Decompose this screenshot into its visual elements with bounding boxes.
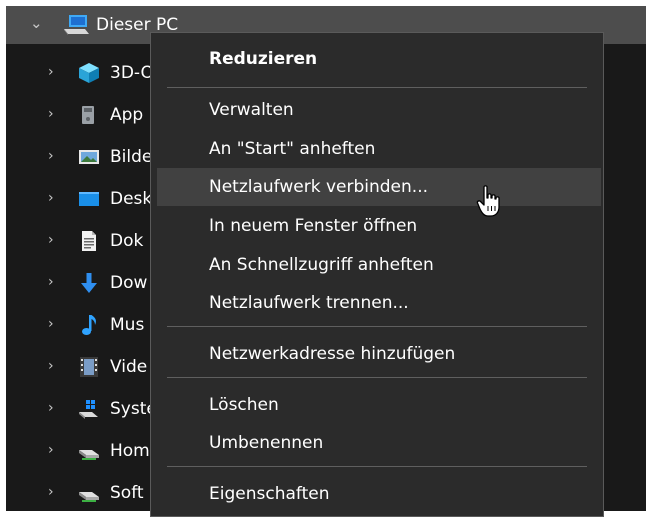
menu-item-label: Netzwerkadresse hinzufügen bbox=[209, 344, 456, 364]
chevron-right-icon[interactable]: › bbox=[48, 443, 54, 457]
tree-item-label: Bilde bbox=[110, 147, 153, 167]
pictures-icon bbox=[78, 146, 100, 168]
menu-item-delete[interactable]: Löschen bbox=[157, 387, 601, 423]
context-menu: Reduzieren Verwalten An "Start" anheften… bbox=[150, 32, 604, 517]
tree-item-label: Desk bbox=[110, 189, 153, 209]
tree-item-label: App bbox=[110, 105, 144, 125]
3d-objects-icon bbox=[78, 62, 100, 84]
menu-item-collapse[interactable]: Reduzieren bbox=[157, 41, 601, 77]
tree-item-label: Hom bbox=[110, 441, 150, 461]
menu-item-disconnect-network-drive[interactable]: Netzlaufwerk trennen... bbox=[157, 285, 601, 321]
tree-item-label: Dok bbox=[110, 231, 144, 251]
apps-icon bbox=[78, 104, 100, 126]
chevron-down-icon[interactable]: ⌄ bbox=[30, 16, 43, 31]
hand-pointer-cursor-icon bbox=[476, 184, 504, 224]
menu-item-label: Reduzieren bbox=[209, 49, 318, 69]
menu-separator bbox=[167, 326, 587, 327]
network-drive-icon bbox=[78, 440, 100, 462]
menu-item-label: Verwalten bbox=[209, 100, 294, 120]
menu-item-manage[interactable]: Verwalten bbox=[157, 92, 601, 128]
menu-item-open-new-window[interactable]: In neuem Fenster öffnen bbox=[157, 208, 601, 244]
chevron-right-icon[interactable]: › bbox=[48, 233, 54, 247]
tree-item-label: Mus bbox=[110, 315, 145, 335]
menu-separator bbox=[167, 466, 587, 467]
music-icon bbox=[78, 314, 100, 336]
chevron-right-icon[interactable]: › bbox=[48, 317, 54, 331]
menu-item-label: Löschen bbox=[209, 395, 279, 415]
downloads-icon bbox=[78, 272, 100, 294]
menu-item-label: An "Start" anheften bbox=[209, 139, 376, 159]
menu-item-pin-to-start[interactable]: An "Start" anheften bbox=[157, 131, 601, 167]
tree-item-label: Dow bbox=[110, 273, 148, 293]
desktop-icon bbox=[78, 188, 100, 210]
videos-icon bbox=[78, 356, 100, 378]
menu-item-label: An Schnellzugriff anheften bbox=[209, 255, 434, 275]
tree-item-label: Vide bbox=[110, 357, 148, 377]
chevron-right-icon[interactable]: › bbox=[48, 107, 54, 121]
chevron-right-icon[interactable]: › bbox=[48, 65, 54, 79]
menu-item-label: Netzlaufwerk verbinden... bbox=[209, 177, 428, 197]
chevron-right-icon[interactable]: › bbox=[48, 149, 54, 163]
chevron-right-icon[interactable]: › bbox=[48, 275, 54, 289]
chevron-right-icon[interactable]: › bbox=[48, 359, 54, 373]
menu-item-pin-quick-access[interactable]: An Schnellzugriff anheften bbox=[157, 247, 601, 283]
network-drive-icon bbox=[78, 482, 100, 504]
chevron-right-icon[interactable]: › bbox=[48, 191, 54, 205]
menu-item-label: Netzlaufwerk trennen... bbox=[209, 293, 409, 313]
menu-item-label: In neuem Fenster öffnen bbox=[209, 216, 418, 236]
menu-item-properties[interactable]: Eigenschaften bbox=[157, 476, 601, 512]
menu-separator bbox=[167, 87, 587, 88]
tree-item-label: 3D-O bbox=[110, 63, 154, 83]
documents-icon bbox=[78, 230, 100, 252]
menu-item-label: Umbenennen bbox=[209, 433, 324, 453]
this-pc-icon bbox=[62, 14, 90, 41]
chevron-right-icon[interactable]: › bbox=[48, 485, 54, 499]
menu-item-label: Eigenschaften bbox=[209, 484, 330, 504]
menu-item-map-network-drive[interactable]: Netzlaufwerk verbinden... bbox=[157, 168, 601, 206]
system-drive-icon bbox=[78, 398, 100, 420]
menu-item-add-network-location[interactable]: Netzwerkadresse hinzufügen bbox=[157, 336, 601, 372]
menu-item-rename[interactable]: Umbenennen bbox=[157, 425, 601, 461]
tree-item-label: Soft bbox=[110, 483, 144, 503]
chevron-right-icon[interactable]: › bbox=[48, 401, 54, 415]
menu-separator bbox=[167, 377, 587, 378]
